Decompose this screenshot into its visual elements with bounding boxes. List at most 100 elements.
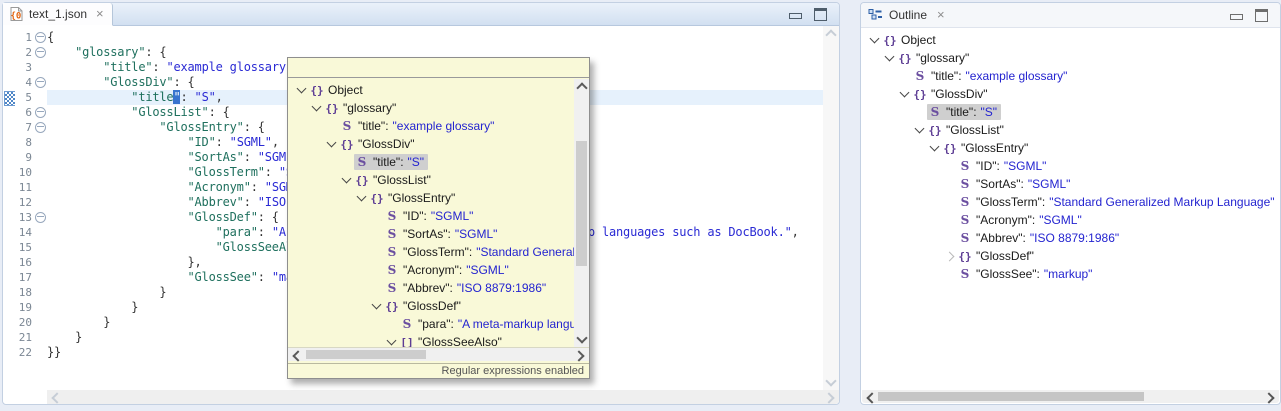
gutter-row[interactable]: 19 [15,300,47,315]
tree-item[interactable]: {}Object [861,31,1280,49]
gutter-row[interactable]: 4 [15,75,47,90]
collapse-fold-icon[interactable] [35,212,46,223]
tree-item[interactable]: S"GlossTerm":"Standard Generalized Marku… [861,193,1280,211]
outline-minimize-button[interactable] [1230,11,1243,20]
tree-item[interactable]: {}"GlossEntry" [861,139,1280,157]
chevron-down-icon[interactable] [339,178,354,182]
outline-maximize-button[interactable] [1255,9,1268,22]
tree-item[interactable]: S"title":"S" [288,153,574,171]
collapse-fold-icon[interactable] [35,77,46,88]
code-line[interactable]: { [47,30,823,45]
editor-vertical-scrollbar[interactable] [823,26,839,390]
quick-outline-filter-input[interactable] [288,58,589,78]
gutter-row[interactable]: 11 [15,180,47,195]
gutter-row[interactable]: 10 [15,165,47,180]
gutter-row[interactable]: 8 [15,135,47,150]
tree-item[interactable]: {}"GlossList" [861,121,1280,139]
collapse-fold-icon[interactable] [35,107,46,118]
tree-item[interactable]: S"Acronym":"SGML" [288,261,574,279]
scrollbar-thumb[interactable] [306,350,426,359]
chevron-down-icon[interactable] [867,38,882,42]
code-token: : [258,270,272,284]
tree-item[interactable]: {}"GlossEntry" [288,189,574,207]
collapse-fold-icon[interactable] [35,47,46,58]
tree-item-label: "title": [946,105,977,119]
code-token: "Abbrev" [188,195,244,209]
tree-item[interactable]: {}"GlossDiv" [288,135,574,153]
gutter-row[interactable]: 22 [15,345,47,360]
maximize-button[interactable] [814,8,827,21]
editor-horizontal-scrollbar[interactable] [47,390,839,404]
gutter-row[interactable]: 12 [15,195,47,210]
tree-item[interactable]: {}Object [288,81,574,99]
gutter-row[interactable]: 13 [15,210,47,225]
tree-item[interactable]: S"SortAs":"SGML" [288,225,574,243]
chevron-down-icon[interactable] [927,146,942,150]
tree-item[interactable]: {}"GlossList" [288,171,574,189]
chevron-down-icon[interactable] [324,142,339,146]
chevron-right-icon[interactable] [942,253,957,260]
chevron-down-icon[interactable] [354,196,369,200]
tab-close-icon[interactable]: × [96,9,104,19]
tree-item-value: "SGML" [1004,159,1047,173]
tree-item-content: {}"GlossList" [354,172,435,188]
gutter-row[interactable]: 2 [15,45,47,60]
tree-item[interactable]: S"Abbrev":"ISO 8879:1986" [861,229,1280,247]
gutter-row[interactable]: 3 [15,60,47,75]
tree-item-content: {}Object [882,32,940,48]
tree-item[interactable]: S"ID":"SGML" [288,207,574,225]
minimize-button[interactable] [789,10,802,19]
code-token [47,150,188,164]
popup-horizontal-scrollbar[interactable] [288,347,589,361]
tree-item[interactable]: S"title":"S" [861,103,1280,121]
popup-vertical-scrollbar[interactable] [574,79,589,347]
code-token: "GlossDiv" [103,75,173,89]
gutter-row[interactable]: 7 [15,120,47,135]
tree-item[interactable]: S"Acronym":"SGML" [861,211,1280,229]
chevron-down-icon[interactable] [912,128,927,132]
tree-item[interactable]: S"para":"A meta-markup language, used to… [288,315,574,333]
scrollbar-thumb[interactable] [878,392,1144,401]
tree-item[interactable]: S"Abbrev":"ISO 8879:1986" [288,279,574,297]
gutter-row[interactable]: 16 [15,255,47,270]
tree-item-label: "ID": [976,159,1000,173]
scrollbar-thumb[interactable] [576,141,587,266]
gutter-row[interactable]: 18 [15,285,47,300]
tree-item[interactable]: S"SortAs":"SGML" [861,175,1280,193]
tree-item[interactable]: S"title":"example glossary" [861,67,1280,85]
chevron-down-icon[interactable] [369,304,384,308]
gutter-row[interactable]: 20 [15,315,47,330]
tree-item[interactable]: {}"glossary" [861,49,1280,67]
outline-horizontal-scrollbar[interactable] [862,390,1279,403]
tree-item[interactable]: {}"GlossDef" [288,297,574,315]
gutter-row[interactable]: 15 [15,240,47,255]
tree-item[interactable]: {}"GlossDef" [861,247,1280,265]
chevron-down-icon[interactable] [294,88,309,92]
gutter-row[interactable]: 9 [15,150,47,165]
gutter-row[interactable]: 1 [15,30,47,45]
chevron-down-icon[interactable] [882,56,897,60]
tree-item-content: S"ID":"SGML" [384,208,477,224]
tree-item[interactable]: S"GlossTerm":"Standard Generalized Marku… [288,243,574,261]
tree-item-content: {}"GlossDef" [957,248,1038,264]
gutter-row[interactable]: 6 [15,105,47,120]
collapse-fold-icon[interactable] [35,32,46,43]
chevron-down-icon[interactable] [897,92,912,96]
tree-item[interactable]: S"GlossSee":"markup" [861,265,1280,283]
string-type-icon: S [957,231,973,245]
tree-item[interactable]: S"ID":"SGML" [861,157,1280,175]
chevron-down-icon[interactable] [309,106,324,110]
collapse-fold-icon[interactable] [35,122,46,133]
gutter-row[interactable]: 21 [15,330,47,345]
annotation-ruler[interactable] [3,26,15,390]
chevron-down-icon[interactable] [384,340,399,344]
gutter-row[interactable]: 17 [15,270,47,285]
tree-item[interactable]: S"title":"example glossary" [288,117,574,135]
tree-item[interactable]: {}"glossary" [288,99,574,117]
editor-tab[interactable]: {0 text_1.json × [3,3,113,26]
tree-item[interactable]: {}"GlossDiv" [861,85,1280,103]
gutter-row[interactable]: 5 [15,90,47,105]
outline-close-icon[interactable]: × [937,10,945,20]
line-number-gutter[interactable]: 12345678910111213141516171819202122 [15,26,47,390]
gutter-row[interactable]: 14 [15,225,47,240]
